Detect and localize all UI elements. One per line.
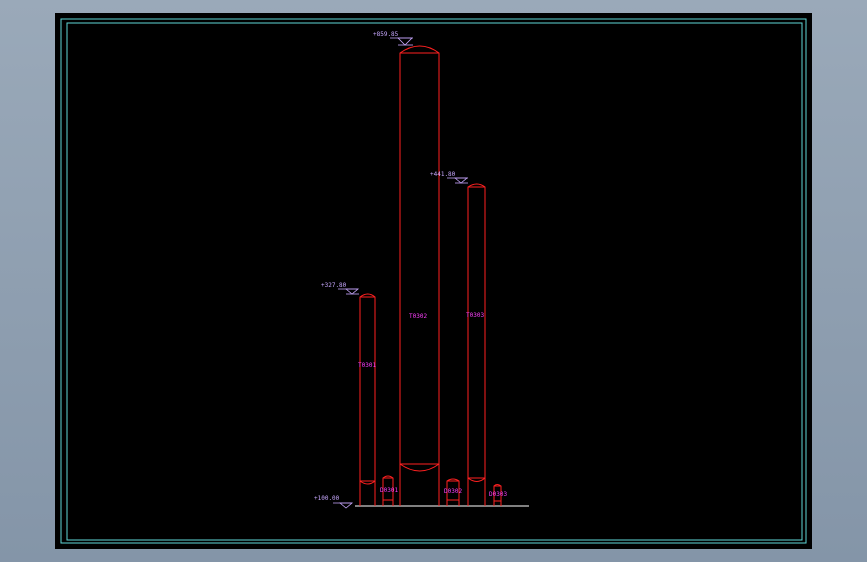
tower-T0303-shell bbox=[467, 183, 486, 506]
elevation-label-T0302: +859.85 bbox=[373, 31, 399, 38]
drawing-canvas: T0302 +859.85 T0303 +441.80 T0301 +327.8… bbox=[60, 18, 807, 544]
tower-T0303-bottom-head bbox=[467, 477, 486, 482]
tower-T0301-shell bbox=[359, 293, 376, 506]
elevation-marker-ground bbox=[333, 502, 354, 509]
inner-frame bbox=[66, 22, 803, 541]
cad-drawing-viewport: T0302 +859.85 T0303 +441.80 T0301 +327.8… bbox=[55, 13, 812, 549]
elevation-marker-T0303 bbox=[447, 177, 469, 184]
tag-D0303: D0303 bbox=[489, 491, 507, 498]
tower-T0301[interactable] bbox=[359, 293, 376, 506]
elevation-label-T0301: +327.80 bbox=[321, 282, 347, 289]
elevation-marker-T0301 bbox=[338, 288, 360, 295]
elevation-label-T0303: +441.80 bbox=[430, 171, 456, 178]
elevation-marker-T0302 bbox=[390, 37, 413, 46]
tag-D0302: D0302 bbox=[444, 488, 462, 495]
tower-T0302-bottom-head bbox=[399, 463, 440, 472]
tag-T0303: T0303 bbox=[466, 312, 484, 319]
tower-T0302[interactable] bbox=[399, 45, 440, 506]
tag-T0302: T0302 bbox=[409, 313, 427, 320]
tower-T0303[interactable] bbox=[467, 183, 486, 506]
elevation-label-ground: +100.00 bbox=[314, 495, 340, 502]
tag-D0301: D0301 bbox=[380, 487, 398, 494]
tower-T0302-shell bbox=[399, 45, 440, 506]
tag-T0301: T0301 bbox=[358, 362, 376, 369]
